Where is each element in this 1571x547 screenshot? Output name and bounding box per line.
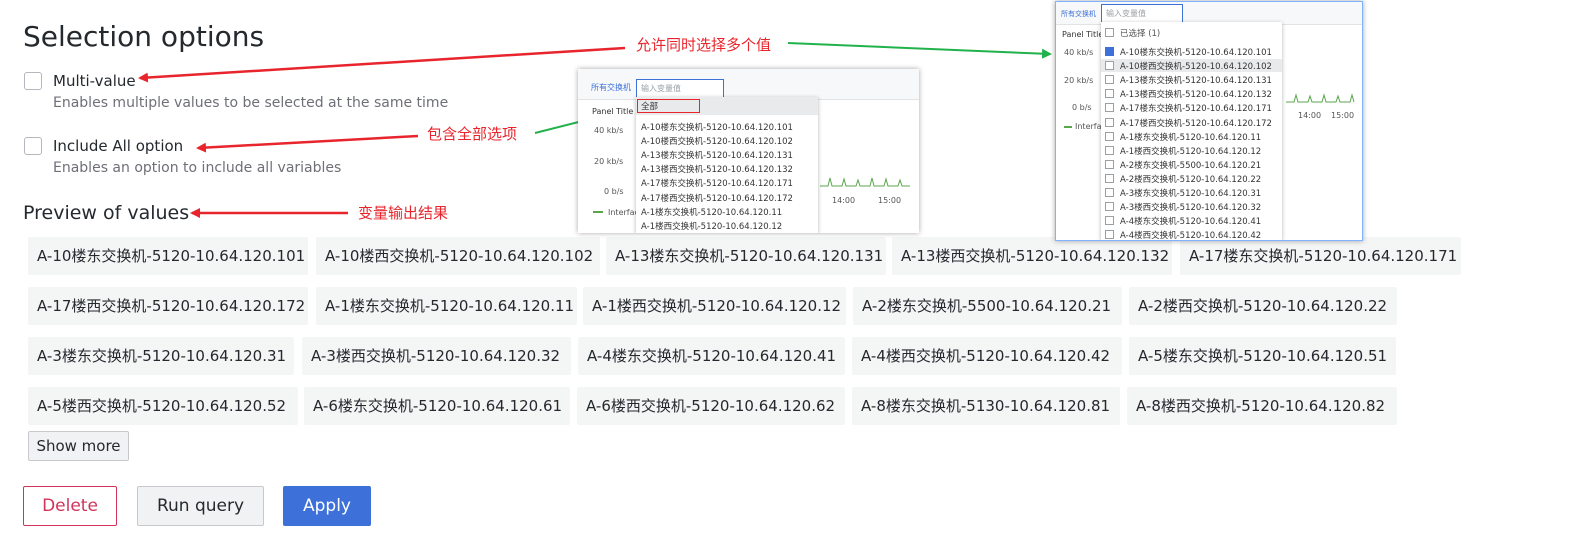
variable-label: 所有交换机 [591, 83, 631, 92]
annotation-include-all: 包含全部选项 [427, 125, 518, 143]
option-label: A-13楼西交换机-5120-10.64.120.132 [1120, 90, 1272, 101]
option-label: A-3楼东交换机-5120-10.64.120.31 [1120, 189, 1262, 199]
dropdown-option[interactable]: A-1楼东交换机-5120-10.64.120.11 [641, 206, 782, 218]
option-label: A-17楼西交换机-5120-10.64.120.172 [1120, 118, 1272, 129]
x-tick: 14:00 [1298, 111, 1322, 120]
dropdown-option[interactable]: A-10楼东交换机-5120-10.64.120.101 [641, 121, 793, 133]
arrow-include-all [196, 134, 419, 153]
annotation-preview: 变量输出结果 [358, 204, 449, 222]
option-checkbox[interactable] [1105, 47, 1114, 56]
x-tick: 15:00 [878, 196, 902, 205]
option-label: A-4楼西交换机-5120-10.64.120.42 [1120, 231, 1262, 241]
option-label: A-4楼东交换机-5120-10.64.120.41 [1120, 217, 1262, 228]
option-label: A-3楼西交换机-5120-10.64.120.32 [1120, 203, 1262, 214]
option-label: A-2楼东交换机-5500-10.64.120.21 [1120, 160, 1262, 171]
dropdown-option[interactable]: A-13楼西交换机-5120-10.64.120.132 [641, 163, 793, 175]
option-label: A-1楼东交换机-5120-10.64.120.11 [1120, 132, 1262, 143]
y-tick: 40 kb/s [594, 126, 624, 135]
option-checkbox[interactable] [1105, 230, 1114, 240]
y-tick: 0 b/s [1072, 103, 1092, 112]
dropdown-option[interactable]: A-1楼西交换机-5120-10.64.120.12 [641, 220, 782, 232]
y-tick: 0 b/s [604, 187, 624, 196]
select-all-checkbox[interactable] [1105, 28, 1114, 37]
legend-swatch [1064, 126, 1072, 128]
dropdown-option[interactable]: A-17楼西交换机-5120-10.64.120.172 [1105, 117, 1272, 129]
y-tick: 20 kb/s [594, 157, 624, 166]
dropdown-option[interactable]: A-13楼东交换机-5120-10.64.120.131 [641, 149, 793, 161]
all-option[interactable]: 全部 [637, 99, 700, 113]
option-checkbox[interactable] [1105, 103, 1114, 113]
x-tick: 15:00 [1331, 111, 1355, 120]
option-checkbox[interactable] [1105, 173, 1114, 183]
series-line [1286, 93, 1355, 103]
legend-label: Interfac [608, 208, 639, 217]
option-label: A-17楼东交换机-5120-10.64.120.171 [1120, 104, 1272, 115]
option-checkbox[interactable] [1105, 216, 1114, 226]
dropdown-option[interactable]: A-2楼西交换机-5120-10.64.120.22 [1105, 173, 1261, 185]
option-checkbox[interactable] [1105, 145, 1114, 155]
option-checkbox[interactable] [1105, 117, 1114, 127]
option-label: A-13楼东交换机-5120-10.64.120.131 [1120, 76, 1272, 87]
example-screenshot-multi-value: 所有交换机 输入变量值 Panel Title 40 kb/s 20 kb/s … [1055, 1, 1363, 241]
option-label: A-2楼西交换机-5120-10.64.120.22 [1120, 174, 1262, 185]
x-tick: 14:00 [832, 196, 856, 205]
legend-swatch [593, 211, 603, 213]
option-checkbox[interactable] [1105, 188, 1114, 197]
arrow-multi-to-shot [787, 42, 1052, 59]
option-label: A-10楼西交换机-5120-10.64.120.102 [1120, 62, 1272, 73]
dropdown-option[interactable]: A-3楼东交换机-5120-10.64.120.31 [1105, 187, 1261, 199]
dropdown-option[interactable]: A-2楼东交换机-5500-10.64.120.21 [1105, 159, 1261, 171]
option-checkbox[interactable] [1105, 159, 1114, 169]
dropdown-option[interactable]: A-4楼东交换机-5120-10.64.120.41 [1105, 215, 1261, 227]
dropdown-option[interactable]: A-3楼西交换机-5120-10.64.120.32 [1105, 201, 1261, 213]
option-checkbox[interactable] [1105, 131, 1114, 141]
variable-input[interactable]: 输入变量值 [636, 79, 724, 98]
series-line [820, 177, 910, 187]
dropdown-option[interactable]: A-4楼西交换机-5120-10.64.120.42 [1105, 229, 1262, 241]
option-checkbox[interactable] [1105, 61, 1114, 71]
dropdown-option[interactable]: A-1楼西交换机-5120-10.64.120.12 [1105, 145, 1261, 157]
panel-title: Panel Title [1062, 30, 1104, 39]
dropdown-option[interactable]: A-10楼西交换机-5120-10.64.120.102 [1105, 60, 1272, 72]
dropdown-option[interactable]: A-13楼西交换机-5120-10.64.120.132 [1105, 88, 1272, 100]
y-tick: 40 kb/s [1064, 48, 1094, 57]
selected-header: 已选择 (1) [1105, 27, 1160, 39]
variable-label: 所有交换机 [1061, 10, 1096, 18]
option-label: A-10楼东交换机-5120-10.64.120.101 [1120, 48, 1272, 58]
dropdown-option[interactable]: A-17楼东交换机-5120-10.64.120.171 [1105, 102, 1272, 114]
variable-input[interactable]: 输入变量值 [1101, 4, 1183, 23]
option-checkbox[interactable] [1105, 75, 1114, 85]
option-checkbox[interactable] [1105, 89, 1114, 99]
dropdown-option[interactable]: A-17楼东交换机-5120-10.64.120.171 [641, 177, 793, 189]
dropdown-option[interactable]: A-17楼西交换机-5120-10.64.120.172 [641, 192, 793, 204]
example-screenshot-include-all: 所有交换机 输入变量值 Panel Title 40 kb/s 20 kb/s … [578, 69, 919, 233]
dropdown-option[interactable]: A-10楼东交换机-5120-10.64.120.101 [1105, 46, 1272, 58]
dropdown-option[interactable]: A-13楼东交换机-5120-10.64.120.131 [1105, 74, 1272, 86]
dropdown-option[interactable]: A-1楼东交换机-5120-10.64.120.11 [1105, 131, 1261, 143]
dropdown-option[interactable]: A-10楼西交换机-5120-10.64.120.102 [641, 135, 793, 147]
option-checkbox[interactable] [1105, 202, 1114, 212]
panel-title: Panel Title [592, 107, 634, 116]
y-tick: 20 kb/s [1064, 76, 1094, 85]
option-label: A-1楼西交换机-5120-10.64.120.12 [1120, 146, 1262, 157]
annotation-multi-value: 允许同时选择多个值 [636, 36, 772, 54]
arrow-multi-value [138, 46, 626, 83]
